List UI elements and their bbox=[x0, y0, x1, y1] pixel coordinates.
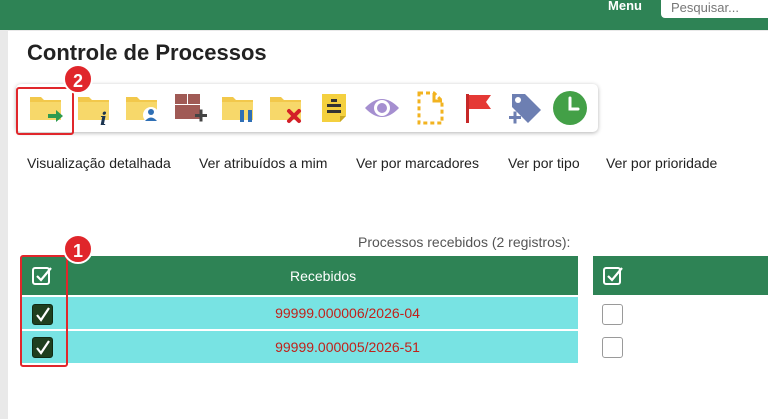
search-input[interactable] bbox=[661, 0, 768, 18]
marcador-icon[interactable] bbox=[460, 90, 496, 126]
ver-atribuidos-link[interactable]: Ver atribuídos a mim bbox=[199, 155, 327, 171]
svg-text:i: i bbox=[100, 109, 107, 126]
table2-row-checkbox[interactable] bbox=[602, 337, 623, 358]
annotation-badge-2: 2 bbox=[63, 64, 93, 94]
atribuir-processo-icon[interactable] bbox=[124, 90, 160, 126]
table-row: 99999.000006/2026-04 bbox=[22, 297, 578, 329]
table2-row-checkbox[interactable] bbox=[602, 304, 623, 325]
retorno-programado-info-icon[interactable]: i bbox=[76, 90, 112, 126]
concluir-processo-icon[interactable] bbox=[268, 90, 304, 126]
ver-por-prioridade-link[interactable]: Ver por prioridade bbox=[606, 155, 717, 171]
process-link[interactable]: 99999.000006/2026-04 bbox=[22, 297, 578, 329]
adicionar-tipo-icon[interactable] bbox=[508, 90, 544, 126]
sobrestar-processo-icon[interactable] bbox=[220, 90, 256, 126]
menu-link[interactable]: Menu bbox=[600, 0, 650, 14]
annotation-box-toolbar-button bbox=[16, 87, 74, 135]
page-left-edge bbox=[0, 44, 6, 419]
annotation-badge-1: 1 bbox=[63, 234, 93, 264]
ver-por-marcadores-link[interactable]: Ver por marcadores bbox=[356, 155, 479, 171]
documento-icon[interactable] bbox=[412, 90, 448, 126]
ver-por-tipo-link[interactable]: Ver por tipo bbox=[508, 155, 580, 171]
process-link[interactable]: 99999.000005/2026-51 bbox=[22, 331, 578, 363]
visualizacao-detalhada-link[interactable]: Visualização detalhada bbox=[27, 155, 171, 171]
table2-select-all-checkbox-icon[interactable] bbox=[602, 265, 624, 287]
anotacoes-icon[interactable] bbox=[316, 90, 352, 126]
table-caption: Processos recebidos (2 registros): bbox=[358, 234, 571, 250]
annotation-box-checkboxes bbox=[20, 255, 68, 367]
acompanhamento-especial-icon[interactable] bbox=[364, 90, 400, 126]
prazo-icon[interactable] bbox=[552, 90, 588, 126]
table-header-label: Recebidos bbox=[290, 268, 357, 284]
top-navigation-bar: Menu bbox=[0, 0, 768, 30]
page-title: Controle de Processos bbox=[27, 40, 267, 65]
incluir-em-bloco-icon[interactable] bbox=[172, 90, 208, 126]
table-row: 99999.000005/2026-51 bbox=[22, 331, 578, 363]
process-toolbar: i bbox=[16, 84, 598, 132]
